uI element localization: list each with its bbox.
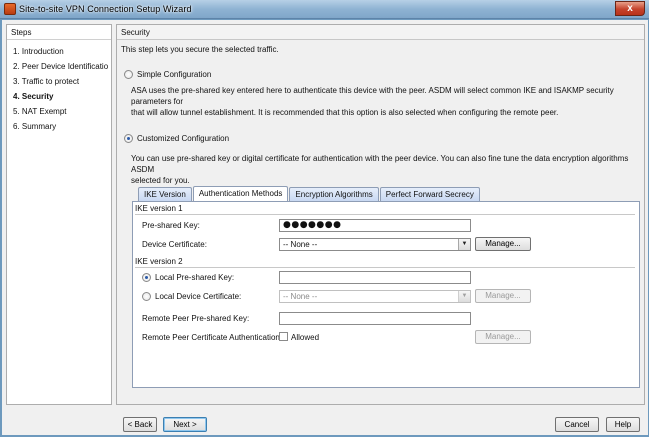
device-cert-select[interactable]: -- None -- ▼ xyxy=(279,238,471,251)
close-button[interactable]: x xyxy=(615,1,645,16)
local-psk-option[interactable]: Local Pre-shared Key: xyxy=(142,273,234,282)
ike-v2-group-label: IKE version 2 xyxy=(135,257,183,266)
intro-text: This step lets you secure the selected t… xyxy=(121,45,279,54)
psk-input[interactable]: ●●●●●●● xyxy=(279,219,471,232)
local-cert-manage-button[interactable]: Manage... xyxy=(475,289,531,303)
step-traffic-to-protect: 3. Traffic to protect xyxy=(13,77,80,86)
tab-perfect-forward-secrecy[interactable]: Perfect Forward Secrecy xyxy=(379,187,480,201)
step-introduction: 1. Introduction xyxy=(13,47,64,56)
remote-cert-auth-label: Remote Peer Certificate Authentication: xyxy=(142,333,283,342)
remote-cert-manage-button[interactable]: Manage... xyxy=(475,330,531,344)
step-nat-exempt: 5. NAT Exempt xyxy=(13,107,67,116)
simple-config-description-line: ASA uses the pre-shared key entered here… xyxy=(131,86,614,106)
title-bar: Site-to-site VPN Connection Setup Wizard… xyxy=(0,0,649,19)
local-cert-option[interactable]: Local Device Certificate: xyxy=(142,292,241,301)
authentication-methods-panel: IKE version 1 Pre-shared Key: ●●●●●●● De… xyxy=(132,201,640,388)
custom-config-description: You can use pre-shared key or digital ce… xyxy=(131,153,644,186)
ike-v1-divider xyxy=(135,214,635,215)
window-title: Site-to-site VPN Connection Setup Wizard xyxy=(19,4,192,14)
app-icon xyxy=(4,3,16,15)
simple-config-description-line: that will allow tunnel establishment. It… xyxy=(131,108,559,117)
custom-config-description-line: selected for you. xyxy=(131,176,190,185)
simple-config-description: ASA uses the pre-shared key entered here… xyxy=(131,85,644,118)
security-panel: Security This step lets you secure the s… xyxy=(116,24,645,405)
allowed-checkbox[interactable] xyxy=(279,332,288,341)
custom-config-description-line: You can use pre-shared key or digital ce… xyxy=(131,154,629,174)
ike-v1-group-label: IKE version 1 xyxy=(135,204,183,213)
simple-config-radio[interactable] xyxy=(124,70,133,79)
allowed-label: Allowed xyxy=(291,333,320,342)
help-button[interactable]: Help xyxy=(606,417,640,432)
device-cert-manage-button[interactable]: Manage... xyxy=(475,237,531,251)
custom-config-radio[interactable] xyxy=(124,134,133,143)
ike-v2-divider xyxy=(135,267,635,268)
local-cert-value: -- None -- xyxy=(283,292,318,301)
step-peer-device-identification: 2. Peer Device Identificatio xyxy=(13,62,109,71)
local-cert-label: Local Device Certificate: xyxy=(155,292,242,301)
chevron-down-icon[interactable]: ▼ xyxy=(458,291,470,302)
local-psk-input[interactable] xyxy=(279,271,471,284)
tab-authentication-methods[interactable]: Authentication Methods xyxy=(192,186,289,201)
simple-config-label: Simple Configuration xyxy=(137,70,212,79)
local-cert-select[interactable]: -- None -- ▼ xyxy=(279,290,471,303)
device-cert-value: -- None -- xyxy=(283,240,318,249)
custom-config-option[interactable]: Customized Configuration xyxy=(124,134,229,143)
tab-ike-version[interactable]: IKE Version xyxy=(138,187,192,201)
steps-title: Steps xyxy=(7,25,111,40)
simple-config-option[interactable]: Simple Configuration xyxy=(124,70,211,79)
step-security: 4. Security xyxy=(13,92,54,101)
step-summary: 6. Summary xyxy=(13,122,57,131)
local-cert-radio[interactable] xyxy=(142,292,151,301)
steps-panel: Steps 1. Introduction 2. Peer Device Ide… xyxy=(6,24,112,405)
wizard-footer: < Back Next > Cancel Help xyxy=(2,409,648,435)
back-button[interactable]: < Back xyxy=(123,417,157,432)
steps-list: 1. Introduction 2. Peer Device Identific… xyxy=(7,40,111,134)
remote-psk-label: Remote Peer Pre-shared Key: xyxy=(142,314,250,323)
device-cert-label: Device Certificate: xyxy=(142,240,207,249)
tab-encryption-algorithms[interactable]: Encryption Algorithms xyxy=(289,187,379,201)
cancel-button[interactable]: Cancel xyxy=(555,417,599,432)
local-psk-radio[interactable] xyxy=(142,273,151,282)
psk-label: Pre-shared Key: xyxy=(142,221,200,230)
local-psk-label: Local Pre-shared Key: xyxy=(155,273,235,282)
wizard-body: Steps 1. Introduction 2. Peer Device Ide… xyxy=(2,20,648,435)
section-title: Security xyxy=(117,25,644,40)
next-button[interactable]: Next > xyxy=(163,417,207,432)
custom-config-label: Customized Configuration xyxy=(137,134,230,143)
chevron-down-icon[interactable]: ▼ xyxy=(458,239,470,250)
config-tabs: IKE Version Authentication Methods Encry… xyxy=(138,186,481,201)
remote-psk-input[interactable] xyxy=(279,312,471,325)
